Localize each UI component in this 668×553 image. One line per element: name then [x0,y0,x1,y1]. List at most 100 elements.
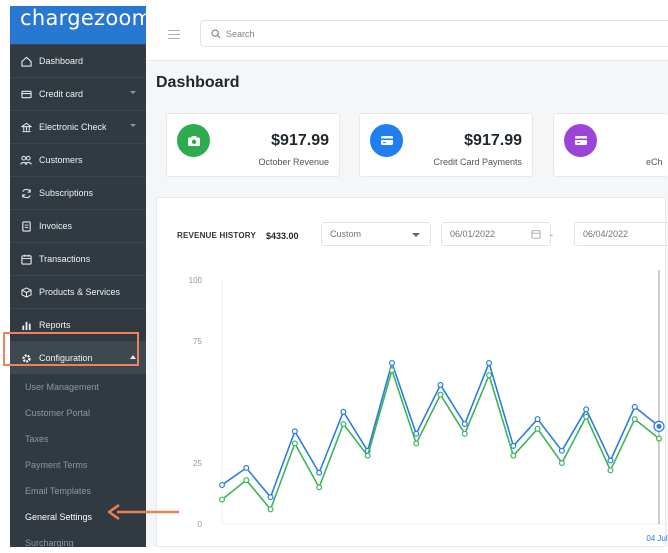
search-icon [211,29,221,39]
data-point[interactable] [291,428,298,435]
sidebar-item-invoices[interactable]: Invoices [10,209,146,242]
sidebar-item-label: Subscriptions [39,188,94,198]
data-point[interactable] [218,481,225,488]
refresh-icon [19,186,33,200]
sidebar-item-transactions[interactable]: Transactions [10,242,146,275]
sidebar-item-products-services[interactable]: Products & Services [10,275,146,308]
end-date-input[interactable]: 06/04/2022 [574,222,668,246]
sidebar-item-label: Dashboard [39,56,84,66]
data-point[interactable] [413,440,420,447]
submenu-payment-terms[interactable]: Payment Terms [25,460,87,470]
data-point[interactable] [583,406,590,413]
stat-card-october-revenue: $917.99 October Revenue [166,113,340,177]
data-point[interactable] [291,440,298,447]
data-point[interactable] [607,467,614,474]
sidebar-item-label: Products & Services [39,287,121,297]
data-point[interactable] [364,452,371,459]
sidebar-item-label: Credit card [39,89,84,99]
data-point[interactable] [437,381,444,388]
bar-chart-icon [19,318,33,332]
top-bar [146,6,668,61]
data-point[interactable] [413,430,420,437]
revenue-line-chart: 100 75 25 0 04 July [189,270,668,543]
bank-icon [19,120,33,134]
data-point[interactable] [316,484,323,491]
card-label: Credit Card Payments [433,157,522,167]
data-point[interactable] [218,496,225,503]
sidebar-item-label: Configuration [39,353,93,363]
gear-icon [19,351,33,365]
sidebar-item-customers[interactable]: Customers [10,143,146,176]
data-point[interactable] [243,464,250,471]
data-point[interactable] [316,469,323,476]
data-point[interactable] [631,416,638,423]
data-point[interactable] [461,420,468,427]
submenu-user-management[interactable]: User Management [25,382,99,392]
submenu-customer-portal[interactable]: Customer Portal [25,408,90,418]
home-icon [19,54,33,68]
data-point[interactable] [534,425,541,432]
x-tick-label: 04 July [646,534,668,543]
data-point[interactable] [340,408,347,415]
data-point[interactable] [486,359,493,366]
sidebar-item-configuration[interactable]: Configuration [10,341,146,374]
data-point[interactable] [388,359,395,366]
submenu-general-settings[interactable]: General Settings [25,512,92,522]
data-point[interactable] [558,447,565,454]
data-point[interactable] [631,403,638,410]
card-icon [370,124,403,157]
data-point[interactable] [267,494,274,501]
card-amount: $917.99 [271,132,329,149]
stat-card-echeck: eCh [553,113,668,177]
data-point[interactable] [267,506,274,513]
invoice-icon [19,219,33,233]
sidebar-item-label: Electronic Check [39,122,107,132]
pointer-arrow [107,503,179,521]
sidebar-item-label: Customers [39,155,83,165]
data-point[interactable] [461,430,468,437]
data-point[interactable] [656,435,663,442]
search-box[interactable] [200,20,668,47]
submenu-email-templates[interactable]: Email Templates [25,486,91,496]
sidebar-item-label: Transactions [39,254,91,264]
submenu-surcharging[interactable]: Surcharging [25,538,74,547]
calendar-icon [19,252,33,266]
card-label: October Revenue [258,157,329,167]
sidebar-item-reports[interactable]: Reports [10,308,146,341]
logo[interactable]: chargezoom [10,6,146,44]
data-point[interactable] [340,420,347,427]
menu-icon[interactable] [168,30,180,42]
date-range-separator: - [550,230,553,240]
sidebar-item-credit-card[interactable]: Credit card [10,77,146,110]
chevron-up-icon [130,355,136,359]
submenu-taxes[interactable]: Taxes [25,434,49,444]
data-point[interactable] [607,457,614,464]
data-point[interactable] [510,452,517,459]
users-icon [19,153,33,167]
card-icon [564,124,597,157]
data-point[interactable] [437,391,444,398]
range-select[interactable]: Custom [321,222,431,246]
data-point[interactable] [243,477,250,484]
revenue-history-value: $433.00 [266,231,299,241]
sidebar-item-subscriptions[interactable]: Subscriptions [10,176,146,209]
data-point[interactable] [534,416,541,423]
sidebar-item-dashboard[interactable]: Dashboard [10,44,146,77]
data-point[interactable] [486,372,493,379]
credit-card-icon [19,87,33,101]
card-amount: $917.99 [464,132,522,149]
chevron-down-icon [130,91,136,94]
data-point[interactable] [583,413,590,420]
data-point[interactable] [558,460,565,467]
y-tick-label: 100 [189,276,203,285]
box-icon [19,285,33,299]
camera-icon [177,124,210,157]
search-input[interactable] [226,28,626,39]
data-point[interactable] [388,367,395,374]
data-point-highlight-core [656,423,662,429]
caret-down-icon [412,233,420,237]
sidebar-item-electronic-check[interactable]: Electronic Check [10,110,146,143]
chevron-down-icon [130,124,136,127]
start-date-input[interactable]: 06/01/2022 [441,222,551,246]
sidebar-item-label: Reports [39,320,71,330]
